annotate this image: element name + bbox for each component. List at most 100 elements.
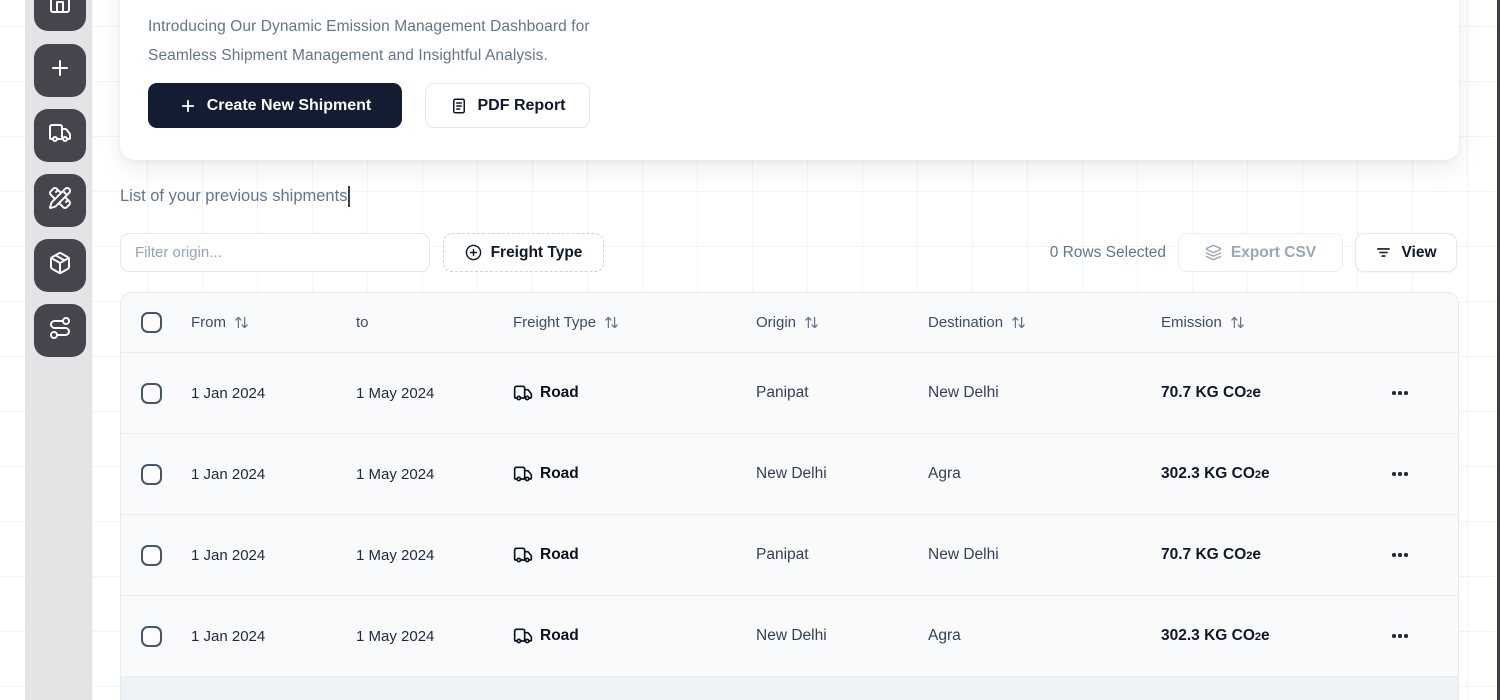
column-header-from[interactable]: From [191, 314, 356, 331]
truck-icon [48, 121, 72, 150]
export-csv-label: Export CSV [1231, 244, 1316, 262]
pdf-report-button[interactable]: PDF Report [425, 83, 590, 128]
list-heading: List of your previous shipments [120, 186, 350, 207]
cell-origin: New Delhi [756, 465, 928, 483]
column-label: Emission [1161, 314, 1222, 331]
table-toolbar: Freight Type 0 Rows Selected Export CSV … [0, 233, 1500, 272]
row-actions-button[interactable] [1388, 385, 1412, 401]
cell-to: 1 May 2024 [356, 385, 513, 402]
cell-from: 1 Jan 2024 [191, 466, 356, 483]
route-icon [48, 316, 72, 345]
sort-icon [234, 315, 249, 330]
home-icon [48, 0, 72, 19]
cell-freight-type: Road [513, 545, 756, 565]
column-label: Destination [928, 314, 1003, 331]
hero-description: Introducing Our Dynamic Emission Managem… [148, 12, 590, 70]
truck-icon [513, 545, 533, 565]
column-header-to[interactable]: to [356, 314, 513, 331]
freight-type-label: Road [540, 627, 579, 645]
column-header-destination[interactable]: Destination [928, 314, 1161, 331]
column-label: Freight Type [513, 314, 596, 331]
cell-to: 1 May 2024 [356, 628, 513, 645]
cell-to: 1 May 2024 [356, 466, 513, 483]
table-row: 1 Jan 2024 1 May 2024 Road New Delhi Agr… [121, 434, 1458, 515]
cell-origin: Panipat [756, 546, 928, 564]
package-icon [48, 251, 72, 280]
table-row: 1 Jan 2024 1 May 2024 Road New Delhi Agr… [121, 596, 1458, 677]
filter-lines-icon [1375, 244, 1392, 261]
sort-icon [1230, 315, 1245, 330]
cell-origin: Panipat [756, 384, 928, 402]
freight-type-filter-label: Freight Type [491, 244, 583, 262]
cell-freight-type: Road [513, 464, 756, 484]
sidebar-item-packages[interactable] [34, 239, 86, 292]
create-new-shipment-label: Create New Shipment [207, 97, 371, 115]
cell-emission: 70.7 KG CO2e [1161, 546, 1388, 564]
cell-emission: 70.7 KG CO2e [1161, 384, 1388, 402]
freight-type-filter-button[interactable]: Freight Type [443, 233, 604, 272]
cell-freight-type: Road [513, 383, 756, 403]
row-actions-button[interactable] [1388, 466, 1412, 482]
emission-unit-tail: e [1261, 627, 1270, 645]
select-all-checkbox[interactable] [141, 312, 162, 333]
table-row: 1 Jan 2024 1 May 2024 Road Panipat New D… [121, 353, 1458, 434]
emission-value: 70.7 KG CO [1161, 384, 1246, 402]
column-label: From [191, 314, 226, 331]
select-row-checkbox[interactable] [141, 464, 162, 485]
table-row: 1 Jan 2024 1 May 2024 Road Panipat New D… [121, 515, 1458, 596]
cell-to: 1 May 2024 [356, 547, 513, 564]
emission-value: 302.3 KG CO [1161, 627, 1255, 645]
cell-emission: 302.3 KG CO2e [1161, 627, 1388, 645]
shipments-table: From to Freight Type Origin Destination … [120, 292, 1459, 700]
sidebar-item-planner[interactable] [34, 174, 86, 227]
select-row-checkbox[interactable] [141, 626, 162, 647]
sort-icon [604, 315, 619, 330]
export-csv-button[interactable]: Export CSV [1178, 233, 1343, 272]
table-header-row: From to Freight Type Origin Destination … [121, 293, 1458, 353]
select-row-checkbox[interactable] [141, 545, 162, 566]
view-options-label: View [1401, 244, 1436, 262]
cell-destination: Agra [928, 627, 1161, 645]
cell-destination: New Delhi [928, 546, 1161, 564]
row-actions-button[interactable] [1388, 628, 1412, 644]
sidebar-item-routes[interactable] [34, 304, 86, 357]
column-header-origin[interactable]: Origin [756, 314, 928, 331]
sidebar [25, 0, 92, 700]
cell-from: 1 Jan 2024 [191, 385, 356, 402]
freight-type-label: Road [540, 465, 579, 483]
column-header-freight-type[interactable]: Freight Type [513, 314, 756, 331]
hero-description-line2: Seamless Shipment Management and Insight… [148, 41, 590, 70]
filter-origin-input[interactable] [120, 233, 430, 272]
emission-unit-tail: e [1261, 465, 1270, 483]
cell-from: 1 Jan 2024 [191, 628, 356, 645]
create-new-shipment-button[interactable]: Create New Shipment [148, 83, 402, 128]
rows-selected-status: 0 Rows Selected [1050, 233, 1166, 272]
hero-description-line1: Introducing Our Dynamic Emission Managem… [148, 12, 590, 41]
table-footer-strip [121, 677, 1458, 700]
view-options-button[interactable]: View [1355, 233, 1457, 272]
list-heading-text: List of your previous shipments [120, 187, 347, 206]
cell-origin: New Delhi [756, 627, 928, 645]
select-row-checkbox[interactable] [141, 383, 162, 404]
emission-unit-tail: e [1252, 384, 1261, 402]
row-actions-button[interactable] [1388, 547, 1412, 563]
truck-icon [513, 626, 533, 646]
sidebar-item-shipments[interactable] [34, 109, 86, 162]
text-cursor [348, 186, 350, 207]
cell-emission: 302.3 KG CO2e [1161, 465, 1388, 483]
emission-unit-tail: e [1252, 546, 1261, 564]
freight-type-label: Road [540, 384, 579, 402]
cell-freight-type: Road [513, 626, 756, 646]
report-icon [450, 97, 468, 115]
cell-destination: New Delhi [928, 384, 1161, 402]
column-header-emission[interactable]: Emission [1161, 314, 1388, 331]
emission-value: 70.7 KG CO [1161, 546, 1246, 564]
pdf-report-label: PDF Report [478, 97, 566, 115]
layers-icon [1205, 244, 1222, 261]
hero-actions: Create New Shipment PDF Report [148, 83, 590, 128]
column-label: Origin [756, 314, 796, 331]
sort-icon [804, 315, 819, 330]
sidebar-item-home[interactable] [34, 0, 86, 31]
cell-destination: Agra [928, 465, 1161, 483]
sidebar-item-new[interactable] [34, 44, 86, 97]
